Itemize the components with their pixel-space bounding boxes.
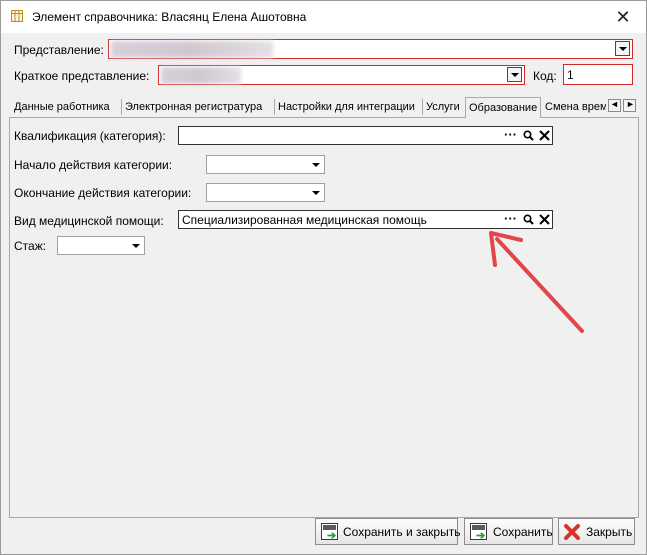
representation-dropdown-button[interactable] bbox=[615, 41, 630, 56]
code-label: Код: bbox=[533, 69, 557, 83]
experience-select[interactable] bbox=[57, 236, 145, 255]
code-value: 1 bbox=[567, 68, 574, 82]
search-icon[interactable] bbox=[523, 130, 534, 141]
close-label: Закрыть bbox=[586, 525, 633, 539]
tab-strip: Данные работника Электронная регистратур… bbox=[9, 97, 639, 118]
category-end-label: Окончание действия категории: bbox=[14, 186, 192, 200]
short-representation-field[interactable] bbox=[158, 65, 525, 85]
close-icon[interactable]: ✕ bbox=[613, 7, 633, 27]
category-start-label: Начало действия категории: bbox=[14, 158, 173, 172]
save-button[interactable]: ➔ Сохранить bbox=[464, 518, 553, 545]
tab-education[interactable]: Образование bbox=[465, 97, 541, 118]
qualification-field[interactable]: ··· bbox=[178, 126, 553, 145]
representation-label: Представление: bbox=[14, 43, 104, 57]
tab-services[interactable]: Услуги bbox=[423, 99, 467, 115]
tab-integration-settings[interactable]: Настройки для интеграции bbox=[275, 99, 423, 115]
short-representation-label: Краткое представление: bbox=[14, 69, 150, 83]
window-title: Элемент справочника: Власянц Елена Ашото… bbox=[32, 10, 307, 24]
tab-scroll-right-button[interactable]: ► bbox=[623, 99, 636, 112]
tab-time-shift[interactable]: Смена врем bbox=[542, 99, 606, 115]
care-type-value: Специализированная медицинская помощь bbox=[182, 213, 427, 227]
select-more-icon[interactable]: ··· bbox=[504, 127, 517, 142]
title-bar: Элемент справочника: Власянц Елена Ашото… bbox=[1, 1, 646, 33]
tab-electronic-registry[interactable]: Электронная регистратура bbox=[122, 99, 275, 115]
dialog-window: Элемент справочника: Власянц Елена Ашото… bbox=[0, 0, 647, 555]
experience-label: Стаж: bbox=[14, 239, 47, 253]
chevron-down-icon bbox=[132, 244, 140, 248]
qualification-label: Квалификация (категория): bbox=[14, 129, 166, 143]
code-field[interactable]: 1 bbox=[563, 64, 633, 85]
chevron-right-icon: ► bbox=[626, 99, 635, 109]
representation-field[interactable] bbox=[108, 39, 633, 59]
tab-scroll-left-button[interactable]: ◄ bbox=[608, 99, 621, 112]
save-icon: ➔ bbox=[321, 523, 338, 542]
chevron-down-icon bbox=[312, 163, 320, 167]
redacted-value bbox=[111, 41, 273, 58]
redacted-value bbox=[161, 67, 241, 84]
save-label: Сохранить bbox=[493, 525, 553, 539]
table-icon bbox=[11, 10, 23, 22]
save-and-close-label: Сохранить и закрыть bbox=[343, 525, 461, 539]
close-icon bbox=[564, 524, 580, 540]
save-icon: ➔ bbox=[470, 523, 487, 542]
close-button[interactable]: Закрыть bbox=[558, 518, 635, 545]
chevron-down-icon bbox=[312, 191, 320, 195]
annotation-arrow bbox=[489, 231, 584, 333]
save-and-close-button[interactable]: ➔ Сохранить и закрыть bbox=[315, 518, 461, 545]
care-type-label: Вид медицинской помощи: bbox=[14, 214, 164, 228]
chevron-left-icon: ◄ bbox=[610, 99, 619, 109]
clear-icon[interactable] bbox=[539, 130, 550, 141]
category-start-select[interactable] bbox=[206, 155, 325, 174]
short-representation-dropdown-button[interactable] bbox=[507, 67, 522, 82]
tab-employee-data[interactable]: Данные работника bbox=[11, 99, 122, 115]
category-end-select[interactable] bbox=[206, 183, 325, 202]
